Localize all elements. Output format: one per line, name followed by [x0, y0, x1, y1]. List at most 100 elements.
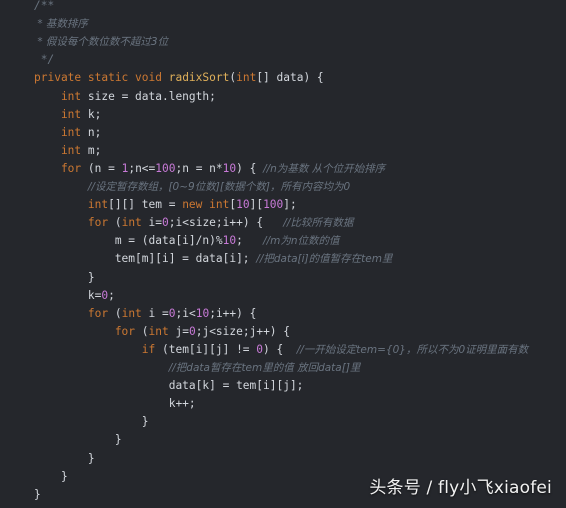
code-line: } [34, 413, 149, 431]
code-line: m = (data[i]/n)%10; //m为n位数的值 [34, 232, 340, 250]
code-token: k; [87, 107, 102, 121]
code-line: * 基数排序 [34, 15, 88, 33]
code-line: for (n = 1;n<=100;n = n*10) { //n为基数 从个位… [34, 160, 385, 178]
code-token: int [34, 143, 88, 157]
code-line: } [34, 468, 68, 486]
code-line: */ [34, 51, 54, 69]
code-token: radixSort [168, 71, 230, 85]
code-token: 0 [162, 216, 169, 230]
code-line: int size = data.length; [34, 88, 216, 106]
code-token: ;i<size;i++) { [168, 216, 284, 230]
code-token: int [236, 71, 257, 85]
code-token: n; [87, 125, 102, 139]
code-token: int [34, 89, 88, 103]
code-token: for [34, 306, 115, 320]
code-token: k++; [34, 397, 196, 411]
code-token: 10 [222, 161, 237, 175]
code-line: if (tem[i][j] != 0) { //一开始设定tem={0}，所以不… [34, 341, 528, 359]
code-line: for (int i=0;i<size;i++) { //比较所有数据 [34, 214, 353, 232]
code-token: data[k] = tem[i][j]; [34, 379, 304, 393]
code-token: m; [87, 143, 102, 157]
code-token: } [34, 270, 95, 284]
code-line: k=0; [34, 287, 115, 305]
code-token: (n = [87, 161, 122, 175]
code-token: m = (data[i]/n)% [34, 234, 223, 248]
code-token: 100 [155, 161, 176, 175]
code-token: /** [34, 0, 55, 12]
code-token: ;n = n* [175, 161, 223, 175]
code-token: } [34, 433, 122, 447]
code-token: ;n<= [128, 161, 156, 175]
code-token: [][] tem = [108, 198, 183, 212]
code-token: ; [236, 234, 264, 248]
code-token: * 假设每个数位数不超过3位 [34, 36, 169, 49]
code-token: for [34, 161, 88, 175]
code-token: //设定暂存数组，[0~9位数][数据个数]，所有内容均为0 [87, 181, 351, 193]
code-token: } [34, 487, 41, 501]
code-token: 10 [236, 198, 250, 212]
code-token: 100 [263, 198, 284, 212]
code-token: 0 [188, 324, 196, 338]
code-token: for [34, 324, 142, 338]
code-line: k++; [34, 395, 196, 413]
code-line: private static void radixSort(int[] data… [34, 69, 324, 87]
code-line: /** [34, 0, 54, 15]
code-token: (tem[i][j] != [161, 342, 257, 356]
code-line: } [34, 486, 41, 504]
code-token: int [34, 107, 88, 121]
code-token: ( [114, 216, 122, 230]
code-token: int [121, 306, 149, 320]
code-line: tem[m][i] = data[i]; //把data[i]的值暂存在tem里 [34, 250, 393, 268]
code-token: new int [182, 198, 230, 212]
code-token: //比较所有数据 [283, 217, 354, 230]
code-token: int [148, 324, 176, 338]
code-token: //一开始设定tem={0}，所以不为0证明里面有数 [296, 343, 529, 356]
code-line: } [34, 269, 95, 287]
code-line: int[][] tem = new int[10][100]; [34, 196, 297, 214]
code-token: 0 [168, 306, 176, 320]
code-token: size = data.length; [87, 89, 216, 103]
code-line: for (int j=0;j<size;j++) { [34, 323, 290, 341]
code-token: if [34, 342, 162, 356]
code-line: * 假设每个数位数不超过3位 [34, 33, 168, 51]
code-token: */ [34, 53, 55, 67]
code-token: j= [175, 324, 189, 338]
code-token: ][ [249, 198, 264, 212]
code-token: ; [108, 288, 115, 302]
watermark: 头条号 / fly小飞xiaofei [369, 478, 552, 498]
code-line: } [34, 431, 122, 449]
code-token: int [34, 125, 88, 139]
code-token: 10 [222, 234, 237, 248]
code-token: i= [148, 216, 163, 230]
code-token: k= [34, 288, 102, 302]
code-token: for [34, 216, 115, 230]
code-token: ) { [236, 161, 264, 175]
code-token: 10 [195, 306, 210, 320]
code-token: ;i< [175, 306, 196, 320]
code-line: } [34, 450, 95, 468]
code-editor[interactable]: /** * 基数排序 * 假设每个数位数不超过3位 */ private stat… [0, 0, 566, 508]
code-token: ;i++) { [209, 306, 257, 320]
code-token: ]; [283, 198, 297, 212]
code-token: ( [114, 306, 122, 320]
code-token: ( [141, 324, 149, 338]
code-line: data[k] = tem[i][j]; [34, 377, 304, 395]
code-token: * 基数排序 [34, 18, 88, 31]
code-line: //设定暂存数组，[0~9位数][数据个数]，所有内容均为0 [34, 178, 350, 196]
code-token: //把data暂存在tem里的值 放回data[]里 [168, 362, 361, 374]
code-token: //n为基数 从个位开始排序 [263, 162, 386, 175]
code-line: for (int i =0;i<10;i++) { [34, 305, 256, 323]
code-token: } [34, 451, 95, 465]
code-line: //把data暂存在tem里的值 放回data[]里 [34, 359, 361, 377]
code-line: int m; [34, 142, 101, 160]
code-line: int n; [34, 124, 101, 142]
code-token: //把data[i]的值暂存在tem里 [256, 253, 393, 266]
code-line: int k; [34, 106, 101, 124]
code-token: //m为n位数的值 [263, 235, 340, 248]
code-token: int [34, 198, 109, 212]
code-token: ) { [263, 342, 297, 356]
code-token: tem[m][i] = data[i]; [34, 252, 257, 266]
code-token: } [34, 415, 149, 429]
